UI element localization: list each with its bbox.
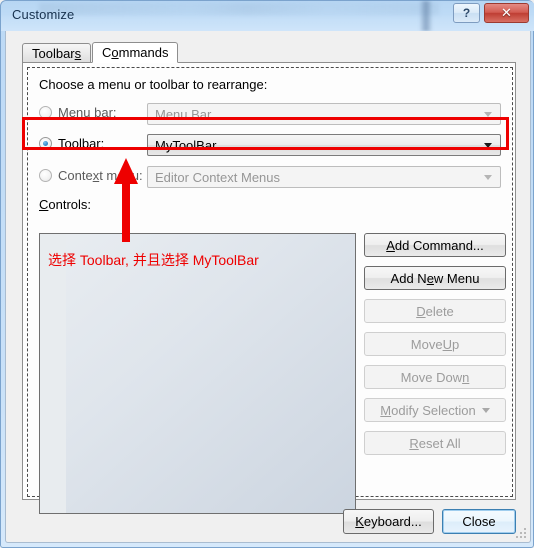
tab-commands-label-pre: C (102, 45, 112, 60)
tab-strip: Toolbar s Co mmands (22, 42, 516, 63)
toolbar-radio[interactable] (39, 137, 52, 150)
context-menu-combobox: Editor Context Menus (147, 166, 501, 188)
modify-selection-button[interactable]: Modify Selection (364, 398, 506, 422)
help-icon[interactable]: ? (453, 3, 480, 23)
tab-toolbars-label-pre: Toolbar (32, 45, 75, 61)
chevron-down-icon (484, 143, 492, 148)
controls-label: Controls: (39, 197, 92, 212)
move-down-button[interactable]: Move Dow n (364, 365, 506, 389)
toolbar-combobox-value: MyToolBar (155, 137, 217, 153)
add-new-menu-button[interactable]: Add New Menu (364, 266, 506, 290)
chevron-down-icon (481, 407, 490, 413)
toolbar-label: Toolbar: (58, 136, 105, 151)
context-menu-label: Context menu: (58, 168, 143, 183)
tab-toolbars[interactable]: Toolbar s (22, 43, 92, 63)
menu-bar-combobox-value: Menu Bar (155, 106, 212, 122)
tab-commands-label-post: mmands (118, 45, 169, 60)
menu-bar-combobox: Menu Bar (147, 103, 501, 125)
tab-commands-label-mnemonic: o (111, 45, 119, 60)
menu-bar-radio[interactable] (39, 106, 52, 119)
controls-listbox-gutter (40, 234, 66, 513)
tab-commands[interactable]: Co mmands (92, 42, 179, 63)
background-window-ghost (39, 3, 439, 15)
menu-bar-option-row[interactable]: Menu bar: (39, 105, 117, 120)
add-command-button[interactable]: Add Command... (364, 233, 506, 257)
reset-all-button[interactable]: Reset All (364, 431, 506, 455)
dialog-client-area: Toolbar s Co mmands Choose a menu or toolb… (5, 31, 531, 543)
context-menu-radio[interactable] (39, 169, 52, 182)
context-menu-combobox-value: Editor Context Menus (155, 169, 281, 185)
customize-dialog-window: Customize ? ✕ Toolbar s Co mmands Choose… (0, 0, 534, 548)
chevron-down-icon (484, 175, 492, 180)
toolbar-combobox[interactable]: MyToolBar (147, 134, 501, 156)
close-button[interactable]: Close (442, 509, 516, 534)
resize-grip[interactable] (514, 526, 526, 538)
annotation-text: 选择 Toolbar, 并且选择 MyToolBar (48, 252, 259, 268)
close-icon[interactable]: ✕ (484, 3, 529, 23)
context-menu-option-row[interactable]: Context menu: (39, 168, 143, 183)
keyboard-button[interactable]: Keyboard... (343, 509, 434, 534)
delete-button[interactable]: Delete (364, 299, 506, 323)
window-title: Customize (12, 7, 75, 22)
menu-bar-label: Menu bar: (58, 105, 117, 120)
tab-toolbars-label-mnemonic: s (74, 45, 82, 61)
instruction-label: Choose a menu or toolbar to rearrange: (39, 77, 268, 92)
toolbar-option-row[interactable]: Toolbar: (39, 136, 104, 151)
screenshot-root: Customize ? ✕ Toolbar s Co mmands Choose… (0, 0, 534, 548)
controls-listbox[interactable] (39, 233, 356, 514)
chevron-down-icon (484, 112, 492, 117)
background-window-edge-ghost (419, 1, 433, 31)
move-up-button[interactable]: Move Up (364, 332, 506, 356)
title-bar: Customize ? ✕ (1, 1, 534, 31)
